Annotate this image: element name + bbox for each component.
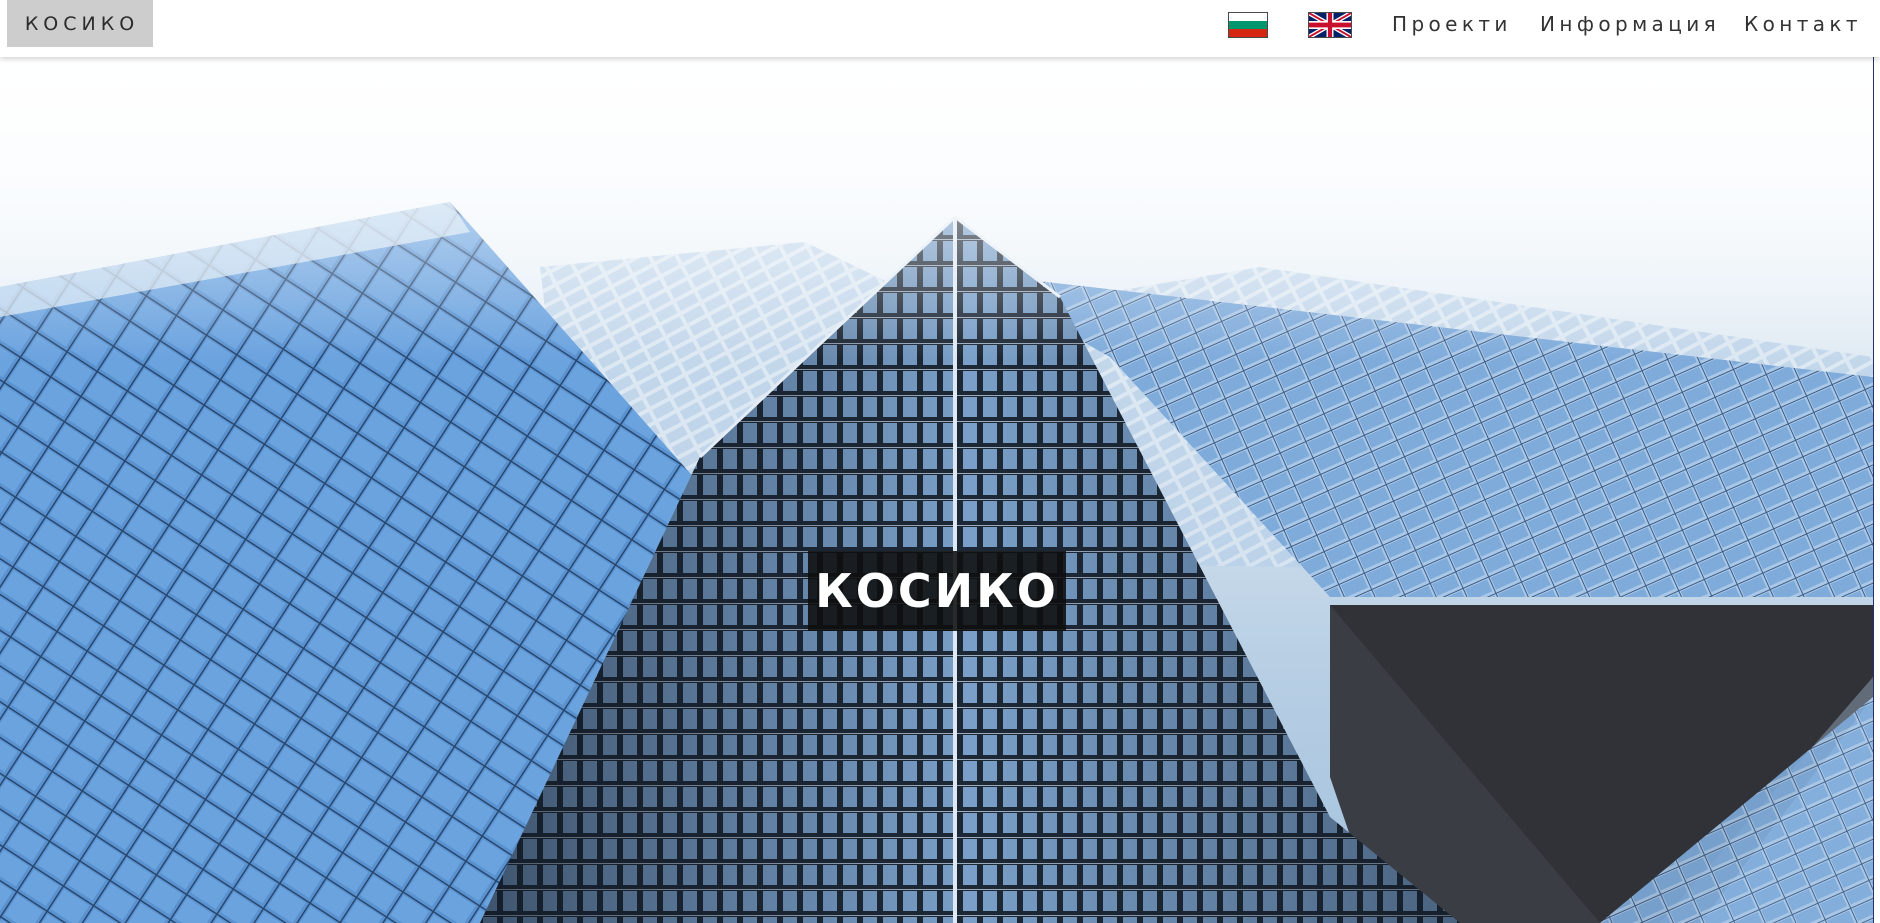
nav-link-projects[interactable]: Проекти: [1392, 0, 1512, 47]
hero-skyscraper-image: [0, 57, 1873, 923]
uk-flag-icon[interactable]: [1308, 10, 1352, 40]
hero-title: КОСИКО: [808, 551, 1066, 631]
top-navbar: КОСИКО Проекти Информация Контакт: [0, 0, 1880, 57]
nav-link-contact[interactable]: Контакт: [1744, 0, 1862, 47]
bulgarian-flag-icon[interactable]: [1228, 12, 1268, 38]
nav-link-information[interactable]: Информация: [1540, 0, 1720, 47]
brand-logo-link[interactable]: КОСИКО: [7, 0, 153, 47]
hero-section: КОСИКО: [0, 57, 1874, 923]
